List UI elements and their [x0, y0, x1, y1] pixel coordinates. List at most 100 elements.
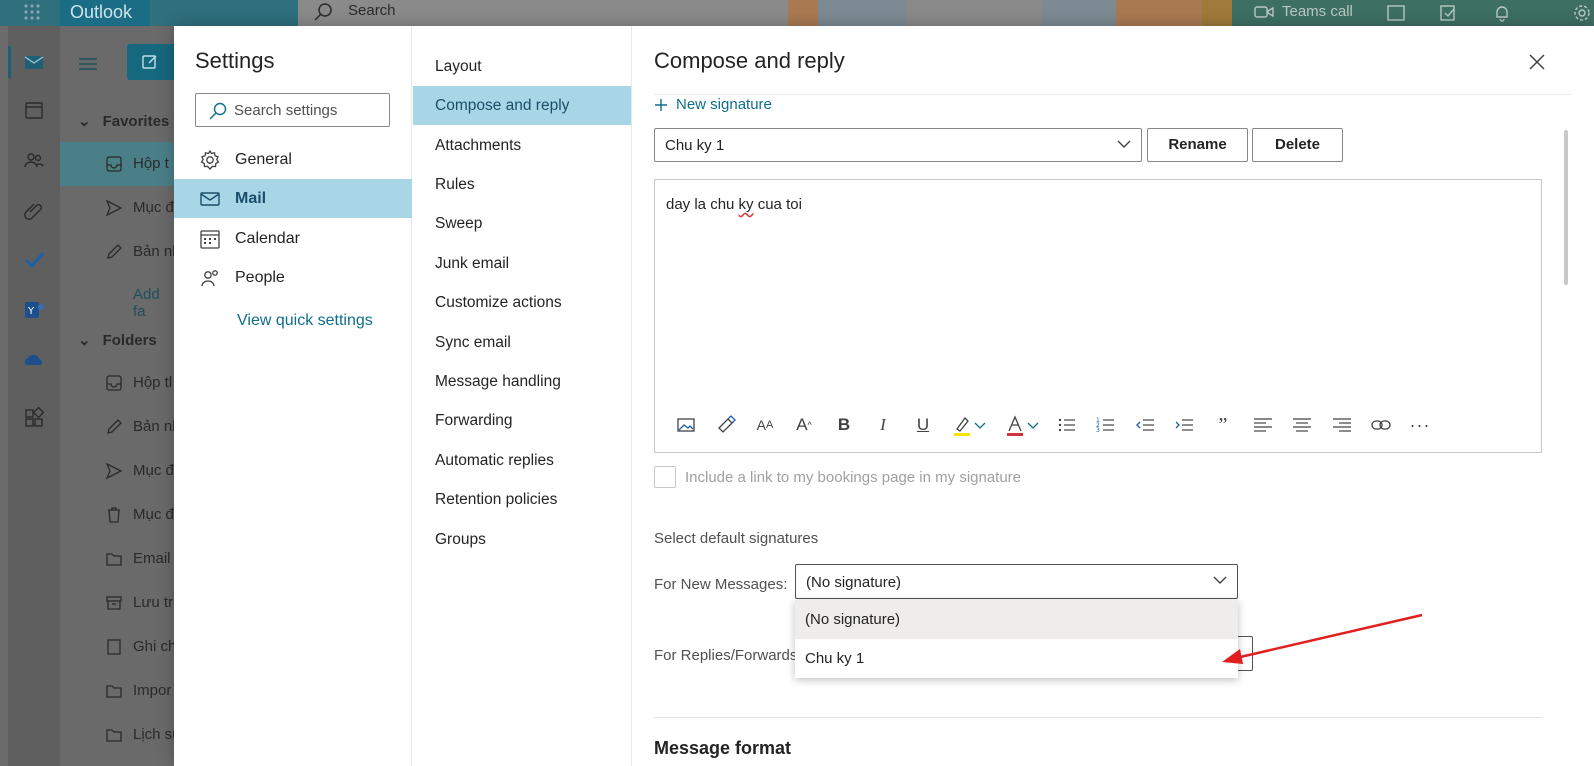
- new-signature-button[interactable]: New signature: [654, 96, 772, 113]
- folder-pane: ⌄ Favorites Hộp t Mục đ Bản nl Add fa ⌄ Fo…: [60, 26, 182, 766]
- mail-icon[interactable]: [22, 50, 46, 74]
- category-calendar[interactable]: Calendar: [174, 219, 412, 258]
- inbox-icon: [106, 375, 122, 391]
- category-general[interactable]: General: [174, 140, 412, 179]
- subcategory-junk-email[interactable]: Junk email: [413, 244, 631, 283]
- folder-item[interactable]: Impor: [60, 669, 174, 713]
- attachment-icon[interactable]: [22, 198, 46, 222]
- decrease-indent-icon[interactable]: [1134, 414, 1156, 436]
- favorites-header[interactable]: ⌄ Favorites: [78, 112, 169, 130]
- bell-icon[interactable]: [1492, 3, 1512, 23]
- calendar-icon[interactable]: [22, 98, 46, 122]
- format-painter-icon[interactable]: [715, 414, 737, 436]
- onedrive-icon[interactable]: [22, 348, 46, 372]
- hamburger-icon[interactable]: [78, 56, 98, 72]
- bookings-checkbox[interactable]: [654, 466, 676, 488]
- highlight-icon[interactable]: [951, 414, 973, 436]
- folder-icon: [106, 685, 122, 698]
- chevron-down-icon[interactable]: [973, 414, 987, 436]
- align-left-icon[interactable]: [1252, 414, 1274, 436]
- settings-gear-icon[interactable]: [1572, 3, 1592, 23]
- folders-header[interactable]: ⌄ Folders: [78, 331, 157, 349]
- close-icon[interactable]: [1525, 50, 1549, 74]
- draft-icon: [107, 244, 122, 259]
- subcategory-rules[interactable]: Rules: [413, 165, 631, 204]
- subcategory-retention-policies[interactable]: Retention policies: [413, 480, 631, 519]
- signature-editor[interactable]: day la chu ky cua toi AA A ^ B I U 123 ” …: [654, 179, 1542, 453]
- app-brand[interactable]: Outlook: [60, 0, 150, 26]
- category-people[interactable]: People: [174, 258, 412, 297]
- subcategory-message-handling[interactable]: Message handling: [413, 362, 631, 401]
- font-size-icon[interactable]: A ^: [793, 414, 815, 436]
- new-messages-signature-dropdown[interactable]: (No signature): [795, 564, 1238, 599]
- folder-item[interactable]: Email: [60, 537, 174, 581]
- settings-search-input[interactable]: [234, 94, 384, 126]
- favorite-item[interactable]: Hộp t: [60, 142, 174, 186]
- view-quick-settings-link[interactable]: View quick settings: [237, 312, 373, 330]
- italic-icon[interactable]: I: [872, 414, 894, 436]
- top-search-box[interactable]: Search: [298, 0, 798, 26]
- more-icon[interactable]: ···: [1409, 414, 1431, 436]
- mail-icon: [200, 192, 220, 206]
- subcategory-layout[interactable]: Layout: [413, 47, 631, 86]
- subcategory-customize-actions[interactable]: Customize actions: [413, 283, 631, 322]
- calendar-icon: [200, 230, 220, 249]
- favorite-item[interactable]: Bản nl: [60, 230, 176, 274]
- folder-item[interactable]: Hộp tl: [60, 361, 174, 405]
- send-icon: [105, 199, 123, 217]
- chevron-down-icon[interactable]: [1026, 414, 1040, 436]
- word-icon[interactable]: [1386, 3, 1406, 23]
- dropdown-option[interactable]: Chu ky 1: [795, 639, 1238, 678]
- for-new-messages-label: For New Messages:: [654, 576, 788, 593]
- increase-indent-icon[interactable]: [1173, 414, 1195, 436]
- dropdown-option[interactable]: (No signature): [795, 600, 1238, 639]
- signature-text[interactable]: day la chu ky cua toi: [666, 196, 802, 213]
- folder-item[interactable]: Ghi ch: [60, 625, 176, 669]
- align-right-icon[interactable]: [1331, 414, 1353, 436]
- delete-button[interactable]: Delete: [1252, 128, 1343, 162]
- subcategory-compose-and-reply[interactable]: Compose and reply: [413, 86, 631, 125]
- teams-call-button[interactable]: Teams call: [1254, 3, 1353, 20]
- subcategory-forwarding[interactable]: Forwarding: [413, 401, 631, 440]
- todo-icon[interactable]: [22, 248, 46, 272]
- search-icon: [314, 3, 332, 21]
- settings-categories: Settings General Mail Calendar People Vi…: [174, 26, 412, 766]
- signature-select[interactable]: Chu ky 1: [654, 128, 1142, 162]
- rename-button[interactable]: Rename: [1147, 128, 1248, 162]
- folder-item[interactable]: Lịch sử: [60, 713, 182, 757]
- quote-icon[interactable]: ”: [1212, 414, 1234, 436]
- people-icon[interactable]: [22, 148, 46, 172]
- font-color-icon[interactable]: [1004, 414, 1026, 436]
- subcategory-sync-email[interactable]: Sync email: [413, 323, 631, 362]
- folder-item[interactable]: Mục đ: [60, 493, 174, 537]
- scrollbar[interactable]: [1564, 130, 1568, 285]
- category-mail[interactable]: Mail: [174, 179, 412, 218]
- subcategory-automatic-replies[interactable]: Automatic replies: [413, 441, 631, 480]
- favorite-item[interactable]: Mục đ: [60, 186, 174, 230]
- notes-folder-icon: [107, 639, 121, 655]
- bold-icon[interactable]: B: [833, 414, 855, 436]
- subcategory-sweep[interactable]: Sweep: [413, 204, 631, 243]
- subcategory-groups[interactable]: Groups: [413, 520, 631, 559]
- folder-item[interactable]: Lưu tr: [60, 581, 174, 625]
- notes-icon[interactable]: [1438, 3, 1458, 23]
- app-launcher-icon[interactable]: [22, 2, 42, 22]
- align-center-icon[interactable]: [1291, 414, 1313, 436]
- new-mail-button[interactable]: [127, 44, 177, 80]
- bullets-icon[interactable]: [1056, 414, 1078, 436]
- settings-search[interactable]: [195, 93, 390, 127]
- app-rail: Y: [8, 26, 60, 766]
- more-apps-icon[interactable]: [22, 406, 46, 430]
- numbering-icon[interactable]: 123: [1095, 414, 1117, 436]
- junk-folder-icon: [106, 553, 122, 566]
- underline-icon[interactable]: U: [912, 414, 934, 436]
- folder-item[interactable]: Mục đ: [60, 449, 174, 493]
- yammer-icon[interactable]: Y: [22, 298, 46, 322]
- header-band: [1042, 0, 1116, 26]
- link-icon[interactable]: [1370, 414, 1392, 436]
- folder-item[interactable]: Bản nl: [60, 405, 176, 449]
- font-icon[interactable]: AA: [754, 414, 776, 436]
- insert-image-icon[interactable]: [675, 414, 697, 436]
- subcategory-attachments[interactable]: Attachments: [413, 126, 631, 165]
- add-favorite-link[interactable]: Add fa: [133, 286, 174, 320]
